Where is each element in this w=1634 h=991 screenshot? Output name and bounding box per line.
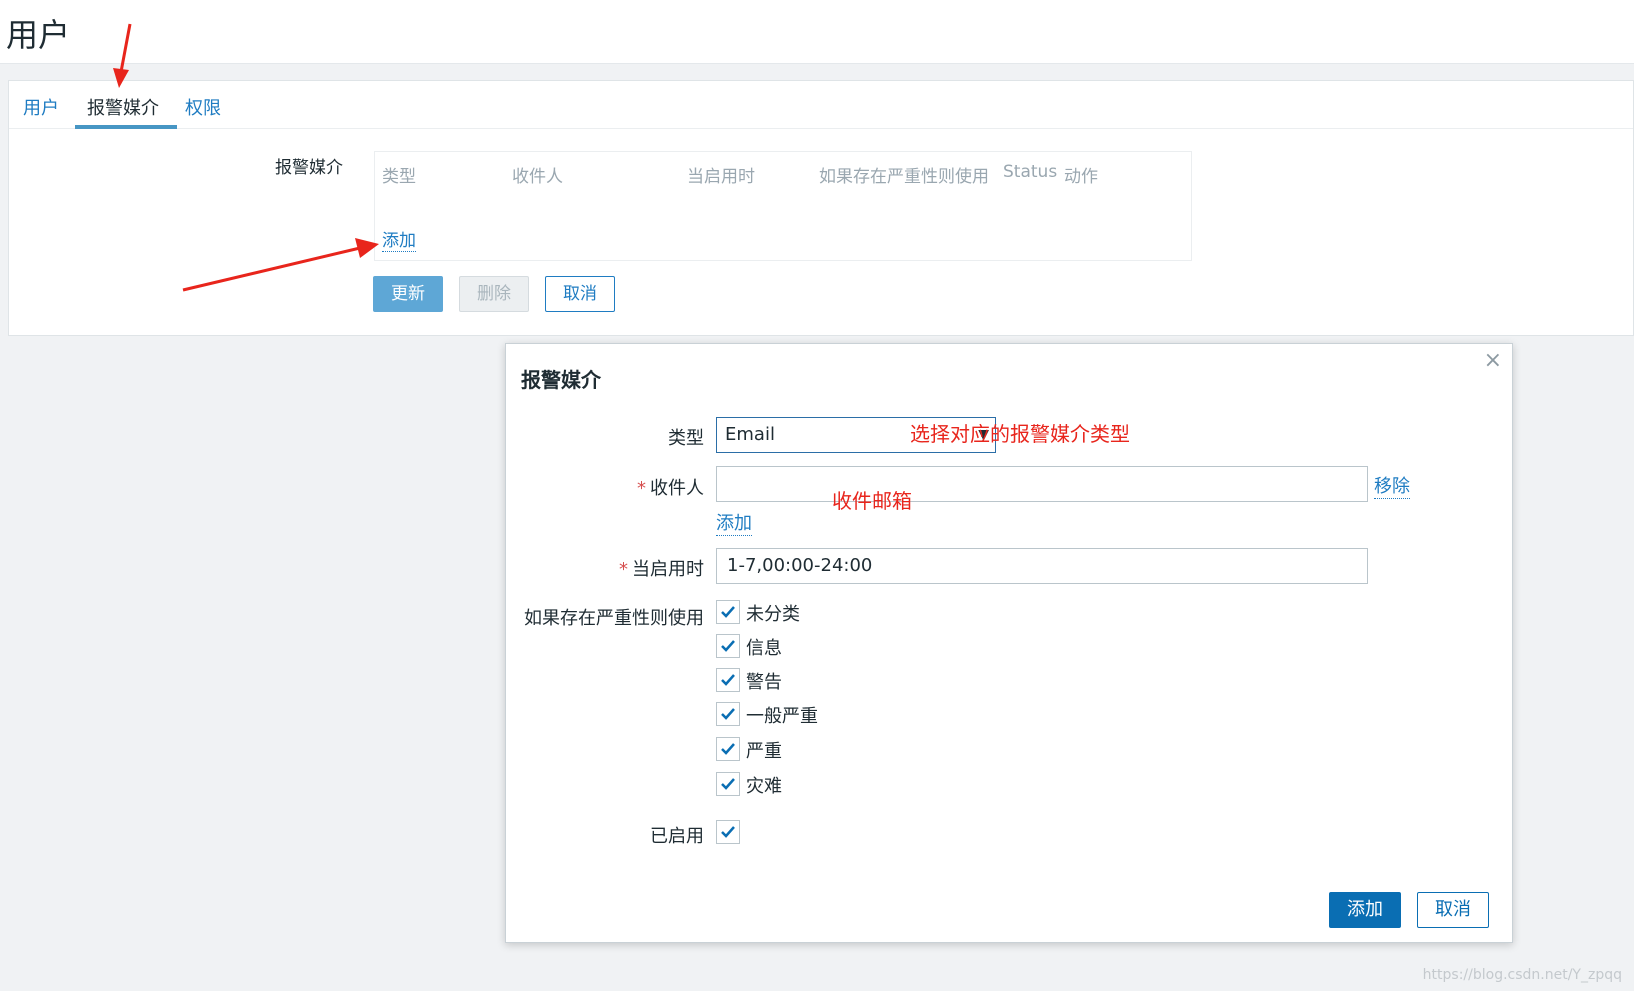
when-active-label-text: 当启用时 bbox=[632, 559, 704, 580]
type-annotation: 选择对应的报警媒介类型 bbox=[910, 422, 1130, 446]
severity-label-warning: 警告 bbox=[746, 672, 782, 693]
severity-label-not-classified: 未分类 bbox=[746, 604, 800, 625]
arrow-to-tab bbox=[113, 23, 132, 88]
close-icon[interactable]: × bbox=[1484, 348, 1502, 373]
severity-label-information: 信息 bbox=[746, 638, 782, 659]
arrow-to-add-link bbox=[182, 238, 379, 292]
checkbox-disaster[interactable] bbox=[716, 772, 740, 796]
when-active-input[interactable]: 1-7,00:00-24:00 bbox=[716, 548, 1368, 584]
type-select-value: Email bbox=[725, 424, 775, 445]
recipient-label-text: 收件人 bbox=[650, 478, 704, 499]
watermark: https://blog.csdn.net/Y_zpqq bbox=[1422, 967, 1622, 983]
check-icon bbox=[721, 778, 735, 790]
remove-recipient-link[interactable]: 移除 bbox=[1374, 472, 1410, 499]
check-icon bbox=[721, 674, 735, 686]
add-recipient-link[interactable]: 添加 bbox=[716, 509, 752, 536]
checkbox-enabled[interactable] bbox=[716, 820, 740, 844]
checkbox-warning[interactable] bbox=[716, 668, 740, 692]
modal-title: 报警媒介 bbox=[521, 368, 601, 392]
checkbox-not-classified[interactable] bbox=[716, 600, 740, 624]
check-icon bbox=[721, 640, 735, 652]
severity-label-average: 一般严重 bbox=[746, 706, 818, 727]
check-icon bbox=[721, 708, 735, 720]
recipient-input[interactable] bbox=[716, 466, 1368, 502]
checkbox-high[interactable] bbox=[716, 737, 740, 761]
recipient-annotation: 收件邮箱 bbox=[832, 489, 912, 513]
severity-label: 如果存在严重性则使用 bbox=[524, 608, 704, 629]
when-active-label: * 当启用时 bbox=[619, 559, 704, 580]
modal-cancel-button[interactable]: 取消 bbox=[1417, 892, 1489, 928]
severity-label-disaster: 灾难 bbox=[746, 776, 782, 797]
severity-label-high: 严重 bbox=[746, 741, 782, 762]
check-icon bbox=[721, 826, 735, 838]
enabled-label: 已启用 bbox=[650, 826, 704, 847]
modal-add-button[interactable]: 添加 bbox=[1329, 892, 1401, 928]
check-icon bbox=[721, 606, 735, 618]
checkbox-information[interactable] bbox=[716, 634, 740, 658]
type-label: 类型 bbox=[668, 428, 704, 449]
checkbox-average[interactable] bbox=[716, 702, 740, 726]
recipient-label: * 收件人 bbox=[637, 478, 704, 499]
check-icon bbox=[721, 743, 735, 755]
